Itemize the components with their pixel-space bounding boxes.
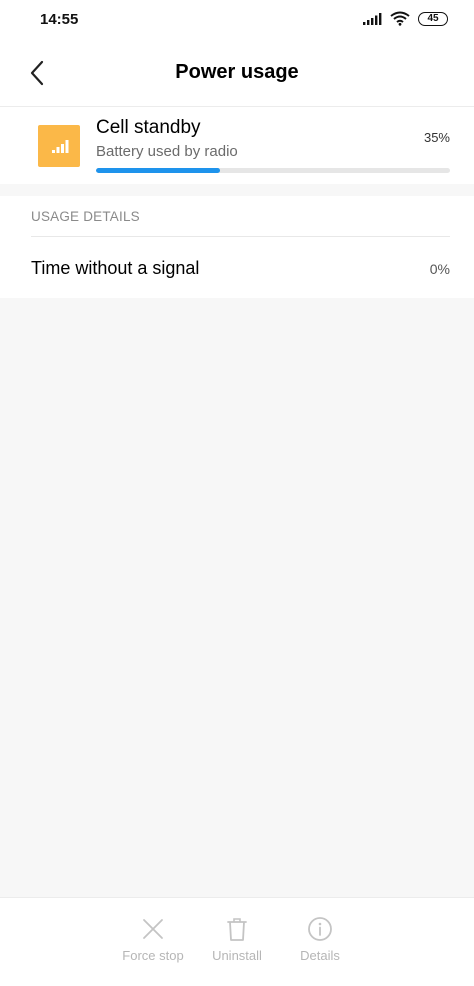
usage-progress-fill xyxy=(96,168,220,173)
trash-icon xyxy=(227,918,247,941)
bottom-action-bar: Force stop Uninstall Details xyxy=(0,897,474,986)
app-icon xyxy=(38,125,80,167)
status-bar: 14:55 45 xyxy=(0,0,474,40)
force-stop-button[interactable]: Force stop xyxy=(108,916,198,963)
force-stop-label: Force stop xyxy=(122,948,184,963)
detail-label: Time without a signal xyxy=(31,258,200,278)
usage-percent: 35% xyxy=(423,130,450,145)
status-time: 14:55 xyxy=(40,11,79,28)
details-button[interactable]: Details xyxy=(275,916,365,963)
app-name: Cell standby xyxy=(96,117,201,138)
uninstall-button[interactable]: Uninstall xyxy=(192,916,282,963)
status-icons: 45 xyxy=(362,11,448,26)
usage-progress-bar xyxy=(96,168,450,173)
info-icon xyxy=(308,917,332,941)
page-title: Power usage xyxy=(175,61,299,83)
uninstall-label: Uninstall xyxy=(212,948,262,963)
details-label: Details xyxy=(300,948,340,963)
header: Power usage xyxy=(0,40,474,107)
close-icon xyxy=(143,919,163,939)
app-subtitle: Battery used by radio xyxy=(96,143,238,160)
cell-signal-icon xyxy=(52,140,69,153)
detail-value: 0% xyxy=(429,261,450,277)
detail-row-time-without-signal: Time without a signal 0% xyxy=(0,237,474,298)
battery-icon: 45 xyxy=(418,11,448,26)
app-card: Cell standby Battery used by radio 35% xyxy=(0,107,474,184)
usage-details-section: USAGE DETAILS Time without a signal 0% xyxy=(0,196,474,298)
section-header: USAGE DETAILS xyxy=(31,209,140,224)
wifi-icon xyxy=(390,11,410,26)
signal-icon xyxy=(363,12,382,25)
battery-level: 45 xyxy=(427,12,439,24)
